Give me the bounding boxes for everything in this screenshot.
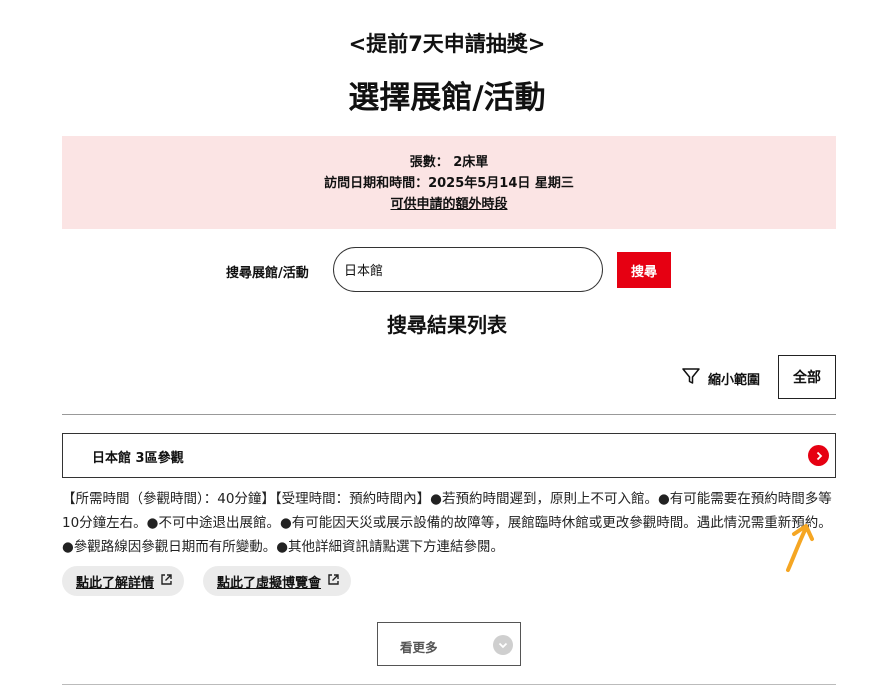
page-subtitle: <提前7天申請抽獎> bbox=[348, 32, 546, 56]
external-link-icon bbox=[160, 573, 173, 590]
results-title: 搜尋結果列表 bbox=[387, 313, 507, 337]
details-link[interactable]: 點此了解詳情 bbox=[62, 566, 185, 596]
details-link-label: 點此了解詳情 bbox=[76, 575, 155, 591]
divider bbox=[62, 684, 836, 685]
reservation-info-box: 張數： 2床單 訪問日期和時間：2025年5月14日 星期三 可供申請的額外時段 bbox=[62, 136, 836, 229]
extra-slots-link[interactable]: 可供申請的額外時段 bbox=[62, 194, 836, 215]
page-title: 選擇展館/活動 bbox=[348, 80, 546, 116]
virtual-expo-link[interactable]: 點此了虛擬博覽會 bbox=[203, 566, 352, 596]
search-input[interactable] bbox=[333, 247, 603, 292]
see-more-button[interactable]: 看更多 bbox=[377, 622, 521, 666]
result-item-description: 【所需時間（參觀時間）：40分鐘】【受理時間：預約時間內】●若預約時間遲到，原則… bbox=[62, 491, 832, 555]
all-filter-button[interactable]: 全部 bbox=[778, 355, 836, 399]
annotation-arrow-icon bbox=[786, 524, 814, 572]
funnel-icon bbox=[681, 366, 701, 390]
ticket-count: 張數： 2床單 bbox=[409, 155, 489, 170]
virtual-expo-link-label: 點此了虛擬博覽會 bbox=[217, 575, 322, 591]
visit-datetime: 訪問日期和時間：2025年5月14日 星期三 bbox=[324, 176, 574, 191]
search-button[interactable]: 搜尋 bbox=[617, 252, 671, 288]
external-link-icon bbox=[327, 573, 340, 590]
result-item-name: 日本館 3區參觀 bbox=[92, 451, 184, 466]
chevron-right-icon[interactable] bbox=[808, 445, 829, 466]
filter-button[interactable]: 縮小範圍 bbox=[681, 366, 760, 390]
chevron-down-icon bbox=[493, 635, 513, 655]
filter-label: 縮小範圍 bbox=[708, 372, 761, 388]
search-label: 搜尋展館/活動 bbox=[226, 266, 309, 281]
divider bbox=[62, 414, 836, 415]
see-more-label: 看更多 bbox=[400, 640, 438, 655]
result-item-japan-pavilion[interactable]: 日本館 3區參觀 bbox=[62, 433, 836, 478]
